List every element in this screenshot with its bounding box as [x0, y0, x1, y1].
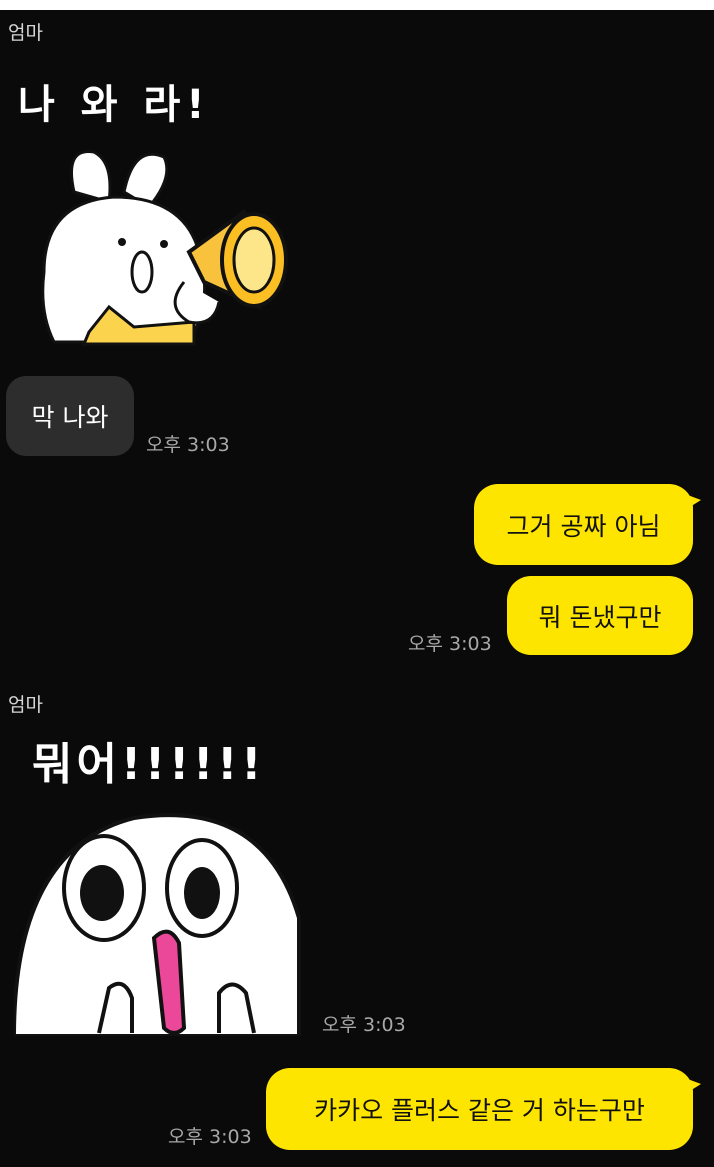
- shocked-face-icon: [14, 813, 301, 1036]
- bunny-megaphone-sticker[interactable]: 나 와 라!: [14, 72, 314, 357]
- bunny-megaphone-icon: [41, 150, 288, 346]
- message-bubble-outgoing[interactable]: 카카오 플러스 같은 거 하는구만: [266, 1068, 701, 1150]
- message-text: 막 나와: [31, 403, 109, 432]
- message-text: 카카오 플러스 같은 거 하는구만: [314, 1096, 645, 1125]
- sender-name: 엄마: [8, 22, 43, 44]
- sticker-caption: 뭐어!!!!!!: [32, 739, 266, 790]
- shocked-face-sticker[interactable]: 뭐어!!!!!!: [14, 728, 304, 1038]
- message-time: 오후 3:03: [408, 633, 492, 655]
- message-text: 뭐 돈냈구만: [538, 602, 662, 632]
- message-text: 그거 공짜 아님: [506, 511, 661, 541]
- top-strip: [0, 0, 714, 10]
- bubble-tail: [685, 1078, 701, 1094]
- bubble-tail: [685, 494, 701, 510]
- message-time: 오후 3:03: [146, 434, 230, 456]
- message-bubble-outgoing[interactable]: 뭐 돈냈구만: [507, 576, 693, 655]
- message-bubble-incoming[interactable]: 막 나와: [6, 376, 134, 456]
- sticker-caption: 나 와 라!: [18, 82, 211, 128]
- message-time: 오후 3:03: [168, 1126, 252, 1148]
- message-bubble-outgoing[interactable]: 그거 공짜 아님: [474, 484, 701, 565]
- message-time: 오후 3:03: [322, 1014, 406, 1036]
- sender-name: 엄마: [8, 694, 43, 716]
